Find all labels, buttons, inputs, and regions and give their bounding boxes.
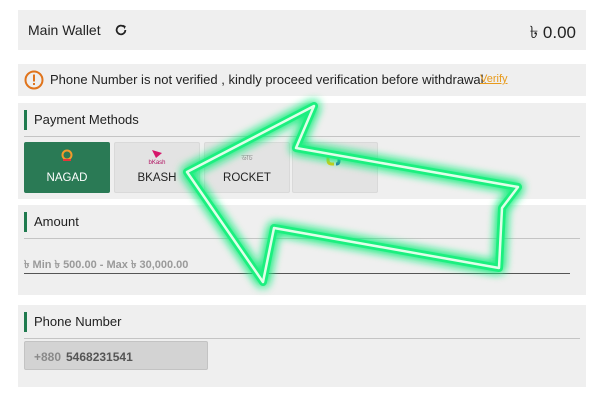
verification-warning: Phone Number is not verified , kindly pr… — [18, 64, 586, 96]
nagad-logo-icon — [61, 149, 73, 161]
upay-logo-icon — [326, 153, 341, 166]
payment-methods-section: Payment Methods NAGAD bKash BKASH ডাচ RO… — [18, 103, 586, 199]
bkash-logo-icon — [152, 150, 162, 158]
payment-method-label: ROCKET — [223, 172, 271, 184]
rocket-logo-icon: ডাচ — [241, 155, 253, 162]
phone-number-value: 5468231541 — [66, 350, 133, 364]
section-title: Phone Number — [34, 314, 122, 329]
payment-method-upay[interactable] — [292, 142, 378, 193]
warning-message: Phone Number is not verified , kindly pr… — [50, 72, 488, 87]
section-title: Payment Methods — [34, 112, 139, 127]
payment-method-label: NAGAD — [46, 172, 88, 184]
country-code: +880 — [34, 350, 62, 364]
wallet-label: Main Wallet — [28, 22, 101, 38]
payment-method-bkash[interactable]: bKash BKASH — [114, 142, 200, 193]
phone-number-field[interactable]: +880 5468231541 — [24, 341, 208, 370]
warning-icon — [24, 70, 44, 90]
payment-method-rocket[interactable]: ডাচ ROCKET — [204, 142, 290, 193]
payment-method-nagad[interactable]: NAGAD — [24, 142, 110, 193]
section-header: Phone Number — [24, 310, 580, 339]
verify-link[interactable]: Verify — [480, 73, 508, 85]
accent-bar — [24, 110, 27, 130]
section-title: Amount — [34, 214, 79, 229]
payment-method-label: BKASH — [137, 172, 177, 184]
phone-number-section: Phone Number +880 5468231541 — [18, 305, 586, 387]
bkash-logo-text: bKash — [148, 160, 166, 166]
amount-section: Amount ৳ Min ৳ 500.00 - Max ৳ 30,000.00 — [18, 205, 586, 295]
section-header: Payment Methods — [24, 108, 580, 137]
refresh-icon[interactable] — [114, 23, 128, 37]
main-wallet-bar: Main Wallet ৳ 0.00 — [18, 10, 586, 50]
accent-bar — [24, 212, 27, 232]
amount-input-underline — [24, 273, 570, 274]
section-header: Amount — [24, 210, 580, 239]
accent-bar — [24, 312, 27, 332]
wallet-balance: ৳ 0.00 — [529, 23, 576, 42]
